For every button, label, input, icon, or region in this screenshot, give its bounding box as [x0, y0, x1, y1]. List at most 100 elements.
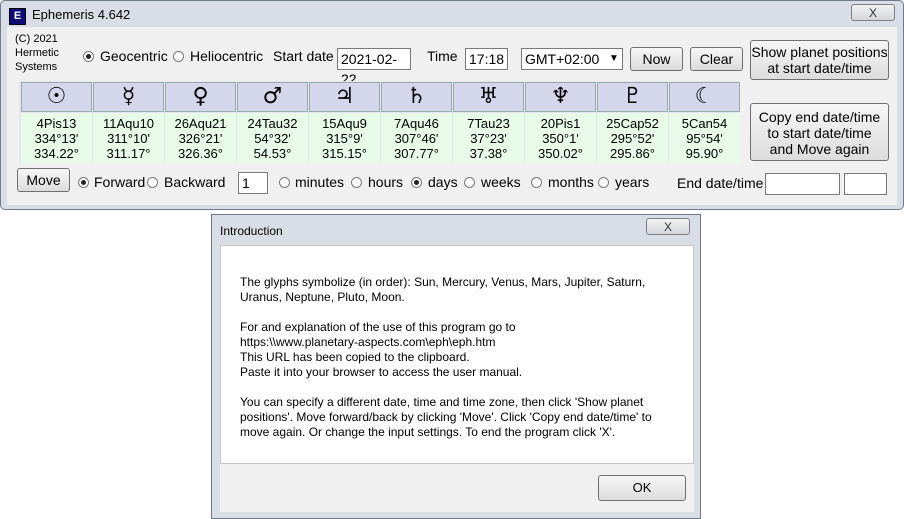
planet-position-line3: 54.53° [253, 146, 292, 161]
dialog-title-bar[interactable]: Introduction X [212, 215, 700, 243]
planet-position-line3: 95.90° [685, 146, 724, 161]
planet-grid: ☉ 4Pis13 334°13' 334.22° ☿ 11Aqu10 311°10' 311.… [19, 81, 740, 163]
planet-position-line1: 7Tau23 [467, 116, 510, 131]
dialog-text-line: Paste it into your browser to access the… [240, 365, 523, 379]
dialog-text-line: For and explanation of the use of this p… [240, 320, 516, 334]
mars-icon: ♂ [237, 82, 308, 112]
planet-position-line3: 350.02° [538, 146, 583, 161]
show-positions-button[interactable]: Show planet positions at start date/time [750, 40, 889, 80]
geocentric-label[interactable]: Geocentric [100, 48, 168, 64]
planet-position-line1: 4Pis13 [36, 116, 77, 131]
mercury-icon: ☿ [93, 82, 164, 112]
copyright-line: (C) 2021 [15, 33, 58, 45]
months-radio[interactable] [531, 177, 542, 188]
timezone-value: GMT+02:00 [525, 51, 600, 67]
dialog-text-line: move again. Or change the input settings… [240, 425, 616, 439]
planet-position-line2: 54°32' [254, 131, 291, 146]
sun-icon: ☉ [21, 82, 92, 112]
forward-radio[interactable] [78, 177, 89, 188]
planet-position-line2: 307°46' [394, 131, 439, 146]
dialog-text-line: This URL has been copied to the clipboar… [240, 350, 470, 364]
forward-label[interactable]: Forward [94, 174, 145, 190]
dialog-close-button[interactable]: X [646, 218, 690, 235]
heliocentric-label[interactable]: Heliocentric [190, 48, 263, 64]
step-count-field[interactable]: 1 [238, 172, 268, 194]
saturn-icon: ♄ [381, 82, 452, 112]
backward-radio[interactable] [147, 177, 158, 188]
planet-position-line3: 311.17° [106, 146, 151, 161]
planet-position-line1: 26Aqu21 [174, 116, 227, 131]
planet-position-line2: 295°52' [610, 131, 655, 146]
planet-position-line2: 350°1' [542, 131, 579, 146]
planet-position-line3: 295.86° [610, 146, 655, 161]
ok-button[interactable]: OK [598, 475, 686, 501]
geocentric-radio[interactable] [83, 51, 94, 62]
minutes-radio[interactable] [279, 177, 290, 188]
chevron-down-icon[interactable]: ▼ [606, 49, 622, 69]
planet-position-line1: 11Aqu10 [102, 116, 155, 131]
neptune-icon: ♆ [525, 82, 596, 112]
planet-position-line1: 7Aqu46 [394, 116, 439, 131]
planet-position-cell: 11Aqu10 311°10' 311.17° [93, 113, 164, 163]
now-button[interactable]: Now [630, 47, 683, 71]
dialog-text-line: https:\\www.planetary-aspects.com\eph\ep… [240, 335, 496, 349]
jupiter-icon: ♃ [309, 82, 380, 112]
button-label-line: to start date/time [767, 125, 872, 141]
button-label-line: at start date/time [767, 60, 872, 76]
move-button[interactable]: Move [17, 168, 70, 192]
copyright-text: (C) 2021 Hermetic Systems [15, 32, 59, 74]
heliocentric-radio[interactable] [173, 51, 184, 62]
minutes-label[interactable]: minutes [295, 174, 344, 190]
planet-position-line2: 334°13' [34, 131, 79, 146]
end-date-label: End date/time [677, 175, 764, 191]
weeks-label[interactable]: weeks [481, 174, 521, 190]
planet-position-cell: 26Aqu21 326°21' 326.36° [165, 113, 236, 163]
planet-position-line2: 37°23' [470, 131, 507, 146]
backward-label[interactable]: Backward [164, 174, 225, 190]
planet-position-line2: 315°9' [326, 131, 363, 146]
dialog-footer: OK [220, 464, 694, 512]
dialog-title: Introduction [220, 224, 283, 238]
planet-position-line3: 326.36° [178, 146, 223, 161]
window-title: Ephemeris 4.642 [32, 7, 131, 22]
close-button[interactable]: X [851, 4, 895, 21]
years-label[interactable]: years [615, 174, 649, 190]
planet-position-line1: 25Cap52 [606, 116, 659, 131]
planet-position-line2: 95°54' [686, 131, 723, 146]
years-radio[interactable] [598, 177, 609, 188]
planet-position-cell: 4Pis13 334°13' 334.22° [21, 113, 92, 163]
dialog-text-line: Uranus, Neptune, Pluto, Moon. [240, 290, 405, 304]
title-bar[interactable]: E Ephemeris 4.642 X [1, 1, 903, 27]
months-label[interactable]: months [548, 174, 594, 190]
planet-position-line3: 334.22° [34, 146, 79, 161]
moon-icon: ☾ [669, 82, 740, 112]
planet-position-line2: 326°21' [178, 131, 223, 146]
planet-position-line1: 20Pis1 [540, 116, 581, 131]
planet-position-line3: 315.15° [322, 146, 367, 161]
planet-position-cell: 20Pis1 350°1' 350.02° [525, 113, 596, 163]
clear-button[interactable]: Clear [690, 47, 743, 71]
start-date-field[interactable]: 2021-02-22 [337, 48, 411, 87]
copyright-line: Hermetic [15, 47, 60, 59]
button-label-line: Copy end date/time [758, 109, 881, 125]
weeks-radio[interactable] [464, 177, 475, 188]
hours-label[interactable]: hours [368, 174, 403, 190]
end-time-field[interactable] [844, 173, 887, 195]
start-date-label: Start date [273, 48, 334, 64]
days-label[interactable]: days [428, 174, 458, 190]
planet-position-line3: 37.38° [469, 146, 508, 161]
pluto-icon: ♇ [597, 82, 668, 112]
timezone-select[interactable]: GMT+02:00 ▼ [521, 48, 623, 70]
uranus-icon: ♅ [453, 82, 524, 112]
time-field[interactable]: 17:18 [465, 48, 508, 70]
hours-radio[interactable] [351, 177, 362, 188]
planet-position-cell: 5Can54 95°54' 95.90° [669, 113, 740, 163]
days-radio[interactable] [411, 177, 422, 188]
end-date-field[interactable] [765, 173, 840, 195]
dialog-text-line: You can specify a different date, time a… [240, 395, 644, 409]
dialog-text-line: positions'. Move forward/back by clickin… [240, 410, 652, 424]
copyright-line: Systems [15, 61, 58, 73]
copy-end-date-button[interactable]: Copy end date/time to start date/time an… [750, 103, 889, 161]
planet-position-cell: 15Aqu9 315°9' 315.15° [309, 113, 380, 163]
planet-position-line1: 24Tau32 [247, 116, 298, 131]
